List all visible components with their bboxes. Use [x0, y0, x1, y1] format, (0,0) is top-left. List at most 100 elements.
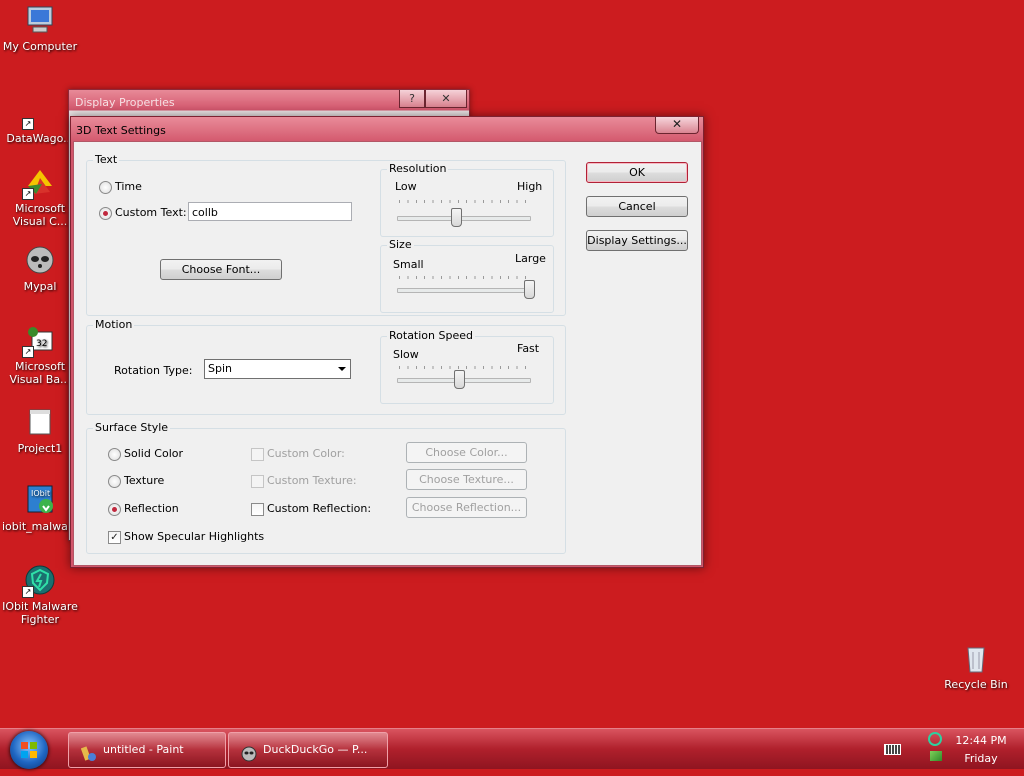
desktop-icon-my-computer[interactable]: My Computer — [2, 4, 78, 53]
specular-highlights-label[interactable]: Show Specular Highlights — [124, 530, 264, 543]
security-tray-icon[interactable] — [928, 732, 942, 746]
taskbar-item-browser[interactable]: DuckDuckGo — P... — [228, 732, 388, 768]
desktop-icon-label: My Computer — [2, 40, 78, 53]
desktop-icon-label: Recycle Bin — [944, 678, 1008, 691]
taskbar-item-paint[interactable]: untitled - Paint — [68, 732, 226, 768]
rotation-speed-slider-thumb[interactable] — [454, 370, 466, 389]
slider-ticks — [399, 276, 533, 279]
dialog-close-button[interactable]: ✕ — [655, 117, 699, 134]
rotation-type-select[interactable]: Spin — [204, 359, 351, 379]
custom-color-label[interactable]: Custom Color: — [267, 447, 345, 460]
custom-color-checkbox[interactable] — [251, 448, 264, 461]
group-label: Motion — [93, 318, 135, 331]
desktop-icon-project1[interactable]: Project1 — [2, 406, 78, 455]
custom-texture-checkbox[interactable] — [251, 475, 264, 488]
group-label: Rotation Speed — [387, 329, 475, 342]
clock-day[interactable]: Friday — [950, 752, 1012, 765]
choose-font-button[interactable]: Choose Font... — [160, 259, 282, 280]
slider-min-label: Small — [393, 258, 424, 271]
desktop-icon-label: Mypal — [23, 280, 57, 293]
slider-ticks — [399, 200, 533, 203]
solid-color-label[interactable]: Solid Color — [124, 447, 183, 460]
desktop-icon-iobit-malware-fighter[interactable]: ↗ IObit Malware Fighter — [2, 564, 78, 626]
help-button[interactable]: ? — [399, 90, 425, 108]
cancel-button[interactable]: Cancel — [586, 196, 688, 217]
dialog-client-area: Text Time Custom Text: collb Choose Font… — [73, 141, 702, 566]
ok-button[interactable]: OK — [586, 162, 688, 183]
raccoon-icon — [241, 742, 257, 762]
time-radio[interactable] — [99, 181, 112, 194]
dialog-title: 3D Text Settings — [76, 124, 166, 137]
shortcut-arrow-icon: ↗ — [22, 118, 34, 130]
desktop-icon-mypal[interactable]: Mypal — [2, 244, 78, 293]
visual-basic-icon: 32 ↗ — [22, 324, 56, 358]
choose-color-button[interactable]: Choose Color... — [406, 442, 527, 463]
computer-icon — [24, 4, 56, 36]
resolution-group: Resolution Low High — [380, 162, 554, 237]
resolution-slider-track[interactable] — [397, 216, 531, 221]
clock-time[interactable]: 12:44 PM — [950, 734, 1012, 747]
custom-text-label[interactable]: Custom Text: — [115, 206, 187, 219]
custom-text-radio[interactable] — [99, 207, 112, 220]
desktop-icon-datawago[interactable]: ↗ DataWago... — [2, 96, 78, 145]
solid-color-radio[interactable] — [108, 448, 121, 461]
rotation-speed-group: Rotation Speed Slow Fast — [380, 329, 554, 404]
choose-texture-button[interactable]: Choose Texture... — [406, 469, 527, 490]
keyboard-icon[interactable] — [884, 744, 901, 755]
desktop-icon-label: Project1 — [17, 442, 63, 455]
reflection-label[interactable]: Reflection — [124, 502, 179, 515]
installer-icon: IObit — [24, 484, 56, 516]
slider-min-label: Slow — [393, 348, 419, 361]
desktop-icon-iobit-malwa[interactable]: IObit iobit_malwa... — [2, 484, 78, 533]
paint-icon — [80, 742, 97, 761]
reflection-radio[interactable] — [108, 503, 121, 516]
group-label: Surface Style — [93, 421, 171, 434]
slider-max-label: High — [517, 180, 543, 193]
shield-icon: ↗ — [22, 564, 56, 598]
desktop-icon-visual-c[interactable]: ↗ Microsoft Visual C... — [2, 166, 78, 228]
size-slider-track[interactable] — [397, 288, 531, 293]
taskbar-item-label: untitled - Paint — [103, 743, 184, 756]
close-button[interactable]: ✕ — [425, 90, 467, 108]
custom-text-input[interactable]: collb — [188, 202, 352, 221]
desktop-icon-label: DataWago... — [6, 132, 74, 145]
size-group: Size Small Large — [380, 238, 554, 313]
texture-radio[interactable] — [108, 475, 121, 488]
window-title: Display Properties — [75, 96, 175, 109]
raccoon-icon — [24, 244, 56, 276]
desktop-icon-visual-basic[interactable]: 32 ↗ Microsoft Visual Ba... — [2, 324, 78, 386]
desktop-icon-label: IObit Malware Fighter — [2, 600, 78, 626]
file-icon — [24, 406, 56, 438]
taskbar: untitled - Paint DuckDuckGo — P... 12:44… — [0, 728, 1024, 769]
display-settings-button[interactable]: Display Settings... — [586, 230, 688, 251]
texture-label[interactable]: Texture — [124, 474, 164, 487]
group-label: Size — [387, 238, 414, 251]
custom-texture-label[interactable]: Custom Texture: — [267, 474, 357, 487]
desktop-icon-recycle-bin[interactable]: Recycle Bin — [938, 642, 1014, 691]
resolution-slider-thumb[interactable] — [451, 208, 463, 227]
surface-style-group: Surface Style Solid Color Custom Color: … — [86, 421, 566, 554]
slider-ticks — [399, 366, 533, 369]
size-slider-thumb[interactable] — [524, 280, 535, 299]
choose-reflection-button[interactable]: Choose Reflection... — [406, 497, 527, 518]
windows-logo-icon — [21, 742, 37, 758]
3d-text-settings-dialog: 3D Text Settings ✕ Text Time Custom Text… — [70, 116, 704, 568]
shortcut-icon: ↗ — [22, 96, 56, 130]
custom-reflection-checkbox[interactable] — [251, 503, 264, 516]
group-label: Resolution — [387, 162, 449, 175]
desktop-icon-label: iobit_malwa... — [2, 520, 79, 533]
rotation-type-value: Spin — [208, 362, 232, 375]
visual-studio-icon: ↗ — [22, 166, 56, 200]
start-button[interactable] — [10, 731, 48, 769]
shortcut-arrow-icon: ↗ — [22, 346, 34, 358]
specular-highlights-checkbox[interactable]: ✓ — [108, 531, 121, 544]
time-label[interactable]: Time — [115, 180, 142, 193]
custom-reflection-label[interactable]: Custom Reflection: — [267, 502, 371, 515]
group-label: Text — [93, 153, 120, 166]
desktop-icon-label: Microsoft Visual Ba... — [9, 360, 71, 386]
recycle-bin-icon — [960, 642, 992, 674]
svg-text:IObit: IObit — [31, 489, 50, 498]
shortcut-arrow-icon: ↗ — [22, 586, 34, 598]
svg-text:32: 32 — [36, 339, 47, 349]
network-tray-icon[interactable] — [930, 751, 942, 761]
